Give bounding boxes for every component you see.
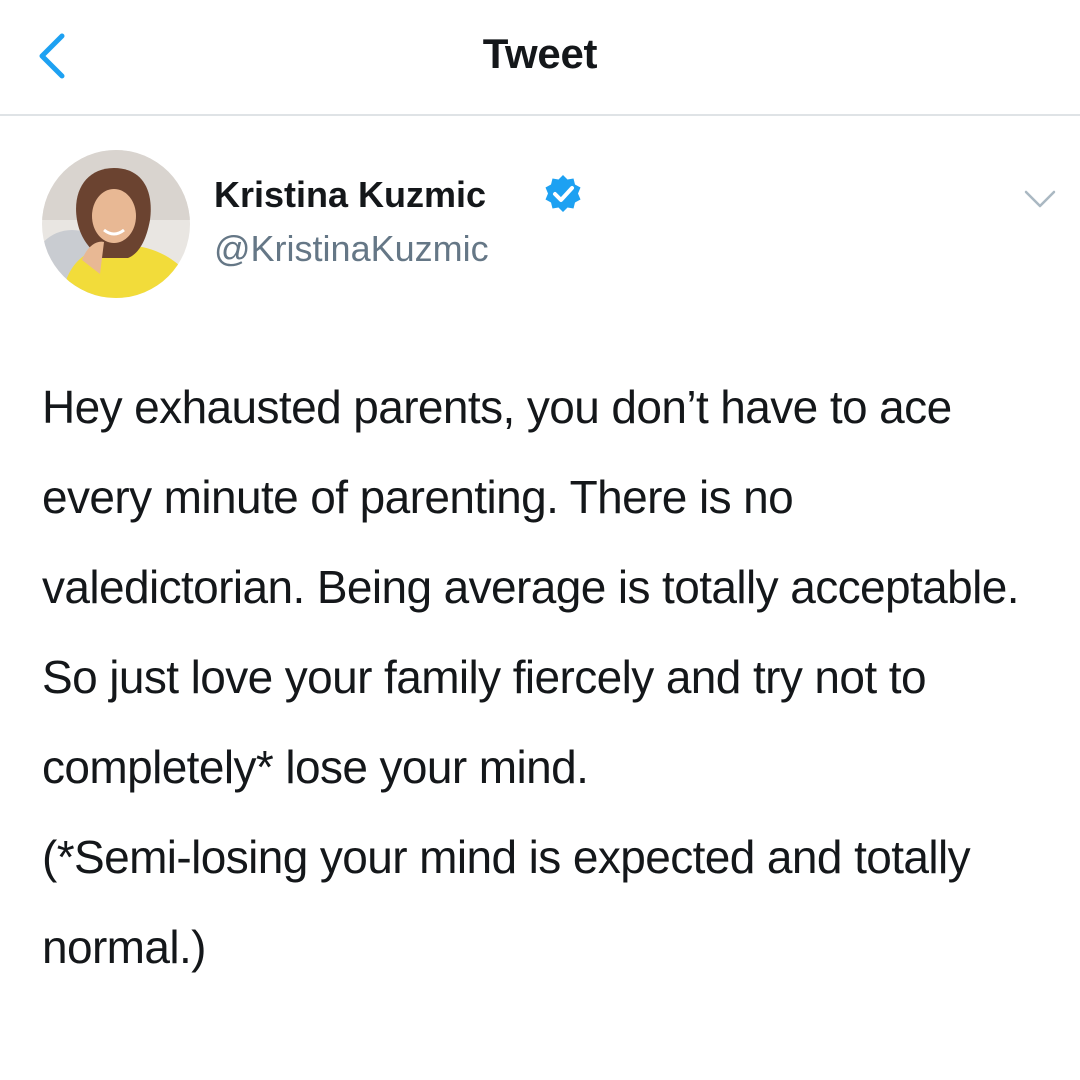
verified-badge-icon bbox=[545, 175, 581, 212]
avatar[interactable] bbox=[42, 150, 190, 298]
page-title: Tweet bbox=[482, 30, 598, 77]
author-name[interactable]: Kristina Kuzmic bbox=[214, 174, 486, 216]
more-options-button[interactable] bbox=[1022, 186, 1058, 212]
author-handle[interactable]: @KristinaKuzmic bbox=[214, 228, 489, 270]
top-bar: Tweet bbox=[0, 0, 1080, 116]
tweet-text: Hey exhausted parents, you don’t have to… bbox=[42, 381, 1019, 973]
chevron-down-icon bbox=[1024, 190, 1056, 208]
